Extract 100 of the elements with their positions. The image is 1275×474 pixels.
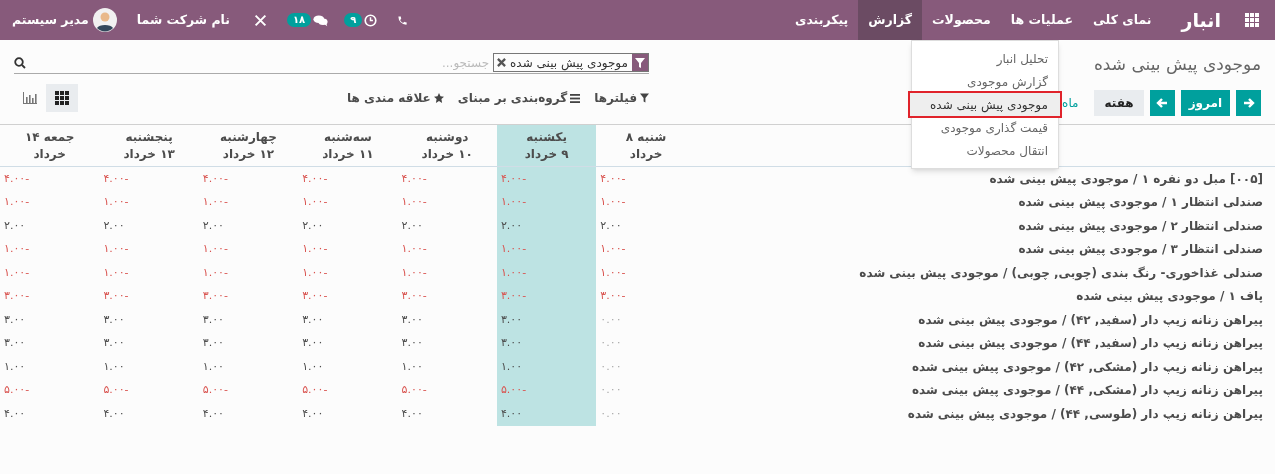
quantity-cell-text: ۱.۰۰- <box>202 194 228 210</box>
quantity-cell: ۰.۰۰ <box>600 358 622 375</box>
chat-icon <box>313 13 329 27</box>
quantity-cell: ۴.۰۰- <box>302 170 328 187</box>
quantity-cell: ۲.۰۰ <box>302 217 324 234</box>
user-avatar-icon <box>92 8 117 32</box>
quantity-cell: ۴.۰۰ <box>4 405 26 422</box>
product-label: پیراهن زنانه زیپ دار (مشکی, ۴۴) / موجودی پیش بینی شده <box>911 382 1263 400</box>
messages-button[interactable]: ۱۸ <box>279 0 337 40</box>
star-icon <box>433 93 444 103</box>
menu-item[interactable]: گزارش <box>858 0 923 40</box>
day-header: شنبه ۸ خرداد <box>624 128 668 163</box>
product-label: پاف ۱ / موجودی پیش بینی شده <box>1076 288 1263 306</box>
quantity-cell: ۴.۰۰- <box>103 170 129 187</box>
dropdown-item[interactable]: تحلیل انبار <box>912 47 1058 70</box>
dropdown-item[interactable]: انتقال محصولات <box>912 139 1058 162</box>
dropdown-item[interactable]: گزارش موجودی <box>912 70 1058 93</box>
menu-item[interactable]: پیکربندی <box>784 0 859 40</box>
quantity-cell: ۱.۰۰- <box>500 264 527 281</box>
quantity-cell-text: ۱.۰۰- <box>401 194 427 210</box>
product-label: پیراهن زنانه زیپ دار (سفید, ۴۲) / موجودی پیش بینی شده <box>918 311 1263 329</box>
quantity-cell-text: ۳.۰۰- <box>401 288 427 304</box>
menu-item[interactable]: عملیات ها <box>1000 0 1083 40</box>
search-option-button[interactable]: علاقه مندی ها <box>346 89 444 107</box>
quantity-cell: ۴.۰۰- <box>500 170 527 187</box>
menu-item[interactable]: محصولات <box>922 0 1001 40</box>
quantity-cell-text: ۵.۰۰- <box>103 382 129 398</box>
quantity-cell-text: ۵.۰۰- <box>302 382 328 398</box>
quantity-cell: ۳.۰۰ <box>202 311 224 328</box>
quantity-cell: ۴.۰۰ <box>202 405 224 422</box>
day-header: دوشنبه ۱۰ خرداد <box>420 128 474 163</box>
quantity-cell: ۱.۰۰ <box>202 358 224 375</box>
quantity-cell-text: ۱.۰۰- <box>202 241 228 257</box>
user-menu[interactable]: مدیر سیستم <box>0 0 125 40</box>
quantity-cell: ۱.۰۰- <box>202 264 228 281</box>
quantity-cell: ۳.۰۰ <box>4 311 26 328</box>
quantity-cell: ۲.۰۰ <box>600 217 622 234</box>
app-title: انبار <box>1179 7 1222 34</box>
product-label: صندلی انتظار ۳ / موجودی پیش بینی شده <box>1018 241 1263 259</box>
quantity-cell-text: ۳.۰۰ <box>103 335 125 351</box>
quantity-cell-text: ۳.۰۰- <box>4 288 30 304</box>
activity-count-badge: ۹ <box>344 13 363 27</box>
quantity-cell-text: ۱.۰۰- <box>600 241 626 257</box>
message-count-badge: ۱۸ <box>287 13 312 27</box>
remove-icon[interactable] <box>497 58 507 67</box>
quantity-cell: ۳.۰۰ <box>302 311 324 328</box>
search-option-button[interactable]: فیلترها <box>594 89 649 107</box>
breadcrumb-title: موجودی پیش بینی شده <box>1093 53 1261 76</box>
view-switch-button[interactable] <box>46 84 78 112</box>
product-label: پیراهن زنانه زیپ دار (طوسی, ۴۴) / موجودی پیش بینی شده <box>907 405 1263 423</box>
quantity-cell: ۴.۰۰ <box>500 405 523 422</box>
today-button[interactable]: امروز <box>1180 90 1230 116</box>
quantity-cell: ۲.۰۰ <box>500 217 523 234</box>
dropdown-item[interactable]: موجودی پیش بینی شده <box>910 93 1060 116</box>
quantity-cell-text: ۰.۰۰ <box>600 382 622 398</box>
activity-button[interactable]: ۹ <box>336 0 386 40</box>
search-option-button[interactable]: گروه‌بندی بر مبنای <box>457 89 581 107</box>
quantity-cell: ۰.۰۰ <box>600 311 622 328</box>
product-label: پیراهن زنانه زیپ دار (مشکی, ۴۲) / موجودی پیش بینی شده <box>911 358 1263 376</box>
quantity-cell: ۱.۰۰ <box>302 358 324 375</box>
quantity-cell-text: ۱.۰۰- <box>401 241 427 257</box>
quantity-cell: ۱.۰۰- <box>401 264 427 281</box>
product-label: صندلی انتظار ۱ / موجودی پیش بینی شده <box>1018 194 1263 212</box>
quantity-cell-text: ۳.۰۰ <box>202 335 224 351</box>
previous-button[interactable] <box>1236 90 1261 116</box>
search-field[interactable]: جستجو... <box>26 52 494 73</box>
quantity-cell-text: ۳.۰۰ <box>500 335 523 351</box>
quantity-cell: ۱.۰۰- <box>302 264 328 281</box>
quantity-cell: ۴.۰۰- <box>202 170 228 187</box>
quantity-cell: ۱.۰۰ <box>4 358 26 375</box>
company-switcher[interactable]: نام شرکت شما <box>124 0 242 40</box>
quantity-cell: ۴.۰۰- <box>600 170 626 187</box>
quantity-cell: ۳.۰۰ <box>401 311 423 328</box>
quantity-cell: ۱.۰۰- <box>4 264 30 281</box>
day-header: چهارشنبه ۱۲ خرداد <box>219 128 278 163</box>
quantity-cell: ۲.۰۰ <box>202 217 224 234</box>
quantity-cell-text: ۱.۰۰- <box>103 194 129 210</box>
next-button[interactable] <box>1149 90 1175 116</box>
quantity-cell-text: ۱.۰۰- <box>103 241 129 257</box>
search-bar[interactable]: موجودی پیش بینی شده جستجو... <box>14 52 649 74</box>
arrow-right-icon <box>1242 97 1255 109</box>
quantity-cell-text: ۱.۰۰- <box>600 194 626 210</box>
quantity-cell: ۱.۰۰ <box>401 358 423 375</box>
quantity-cell: ۴.۰۰- <box>4 170 30 187</box>
facet-label: موجودی پیش بینی شده <box>509 54 629 72</box>
quantity-cell: ۱.۰۰ <box>500 358 523 375</box>
quantity-cell-text: ۱.۰۰- <box>500 194 527 210</box>
search-icon[interactable] <box>14 56 26 69</box>
quantity-cell-text: ۳.۰۰ <box>302 335 324 351</box>
scale-button[interactable]: هفته <box>1094 90 1144 116</box>
quantity-cell-text: ۳.۰۰- <box>302 288 328 304</box>
quantity-cell: ۲.۰۰ <box>103 217 125 234</box>
menu-item[interactable]: نمای کلی <box>1082 0 1162 40</box>
quantity-cell: ۴.۰۰ <box>103 405 125 422</box>
product-label: صندلی غذاخوری- رنگ بندی (چوبی, چوبی) / موجودی پیش بینی شده <box>859 264 1263 282</box>
dropdown-item[interactable]: قیمت گذاری موجودی <box>912 116 1058 139</box>
quantity-cell-text: ۳.۰۰- <box>103 288 129 304</box>
quantity-cell: ۴.۰۰ <box>401 405 423 422</box>
quantity-cell-text: ۵.۰۰- <box>4 382 30 398</box>
quantity-cell-text: ۵.۰۰- <box>500 382 527 398</box>
